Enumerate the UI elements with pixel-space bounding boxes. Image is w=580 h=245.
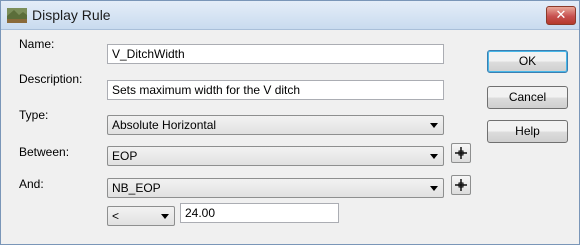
chevron-down-icon — [430, 154, 438, 159]
operator-select-value: < — [112, 209, 120, 223]
close-button[interactable]: ✕ — [546, 6, 576, 25]
name-field[interactable]: V_DitchWidth — [107, 44, 444, 64]
name-label: Name: — [19, 37, 55, 51]
type-label: Type: — [19, 108, 49, 122]
crosshair-icon — [455, 179, 467, 191]
help-button[interactable]: Help — [487, 120, 568, 143]
ok-button[interactable]: OK — [487, 50, 568, 73]
crosshair-icon — [455, 147, 467, 159]
chevron-down-icon — [161, 214, 169, 219]
between-pick-button[interactable] — [451, 143, 471, 163]
and-pick-button[interactable] — [451, 175, 471, 195]
title-bar: Display Rule ✕ — [1, 1, 579, 30]
chevron-down-icon — [430, 123, 438, 128]
description-field[interactable]: Sets maximum width for the V ditch — [107, 80, 444, 100]
and-select[interactable]: NB_EOP — [107, 178, 444, 198]
dialog-title: Display Rule — [32, 7, 111, 23]
chevron-down-icon — [430, 186, 438, 191]
type-select-value: Absolute Horizontal — [112, 118, 217, 132]
between-label: Between: — [19, 145, 70, 159]
and-label: And: — [19, 177, 44, 191]
distance-field[interactable]: 24.00 — [180, 203, 339, 223]
between-select[interactable]: EOP — [107, 146, 444, 166]
type-select[interactable]: Absolute Horizontal — [107, 115, 444, 135]
display-rule-icon — [6, 6, 28, 24]
and-select-value: NB_EOP — [112, 181, 161, 195]
cancel-button[interactable]: Cancel — [487, 86, 568, 109]
description-label: Description: — [19, 72, 83, 86]
operator-select[interactable]: < — [107, 206, 175, 226]
display-rule-dialog: Display Rule ✕ Name: V_DitchWidth Descri… — [0, 0, 580, 245]
between-select-value: EOP — [112, 149, 138, 163]
